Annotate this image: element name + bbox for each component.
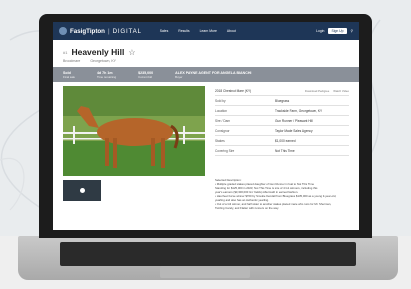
- current-bid-label: Current bid: [138, 74, 152, 79]
- hip-number: #1: [63, 49, 68, 55]
- sale-status: Sold Final sale: [63, 71, 75, 79]
- horse-details: 2018 Chestnut Mare (KY) Download Pedigre…: [215, 86, 349, 156]
- detail-row: Sold by Bluegrass: [215, 96, 349, 106]
- time-remaining: 4d 7h 1m Time remaining: [97, 71, 116, 79]
- nav-links: Sales Results Learn More About: [160, 29, 236, 33]
- detail-row: Consignor Taylor Made Sales Agency: [215, 126, 349, 136]
- detail-row: Location Trackside Farm, Georgetown, KY: [215, 106, 349, 116]
- nav-link-results[interactable]: Results: [178, 29, 189, 33]
- selected-description: Selected Description: • Multiple graded …: [215, 178, 349, 210]
- sale-status-band: Sold Final sale 4d 7h 1m Time remaining …: [53, 67, 359, 82]
- video-thumbnail[interactable]: [63, 180, 101, 201]
- play-icon[interactable]: [79, 188, 85, 193]
- detail-key: Sold by: [215, 98, 226, 103]
- top-navigation: FasigTipton | DIGITAL Sales Results Lear…: [53, 22, 359, 40]
- nav-link-sales[interactable]: Sales: [160, 29, 168, 33]
- horse-title-row: #1 Heavenly Hill ☆: [53, 40, 359, 59]
- horse-description: 2018 Chestnut Mare (KY): [215, 88, 252, 93]
- detail-value: Taylor Made Sales Agency: [275, 128, 313, 133]
- laptop-trackpad: [160, 266, 250, 278]
- detail-key: Consignor: [215, 128, 230, 133]
- detail-value: $1,000 earned: [275, 138, 296, 143]
- horse-content: 2018 Chestnut Mare (KY) Download Pedigre…: [53, 82, 359, 222]
- brand-name: FasigTipton: [70, 27, 105, 35]
- search-icon[interactable]: ⚲: [351, 29, 353, 33]
- location-link[interactable]: Trackside Farm, Georgetown, KY: [275, 109, 349, 113]
- laptop-keyboard: [60, 242, 356, 266]
- detail-value: Gun Runner / Pleasant Hill: [275, 118, 313, 123]
- sale-status-label: Final sale: [63, 74, 75, 79]
- horse-subinfo: Broodmare Georgetown, KY: [53, 59, 359, 67]
- detail-key: Stakes: [215, 138, 225, 143]
- horse-location: Georgetown, KY: [90, 59, 117, 63]
- nav-account: Login Sign Up ⚲: [316, 28, 353, 34]
- detail-key: Sire / Dam: [215, 118, 231, 123]
- buyer-label: Buyer: [175, 74, 183, 79]
- detail-key: Location: [215, 108, 228, 113]
- horse-photo[interactable]: [63, 86, 205, 176]
- brand-logo[interactable]: FasigTipton | DIGITAL: [59, 27, 142, 35]
- notes-line: Twirling Candy, and Flatter with runners…: [215, 206, 279, 210]
- download-pedigree-link[interactable]: Download Pedigree: [305, 89, 329, 93]
- time-remaining-label: Time remaining: [96, 74, 117, 79]
- detail-value: Not This Time: [275, 148, 295, 153]
- nav-link-learn-more[interactable]: Learn More: [200, 29, 217, 33]
- login-link[interactable]: Login: [316, 29, 324, 33]
- brand-suffix: DIGITAL: [112, 27, 142, 35]
- detail-row: Stakes $1,000 earned: [215, 136, 349, 146]
- detail-value: Bluegrass: [275, 98, 290, 103]
- horse-name: Heavenly Hill: [71, 47, 125, 57]
- signup-button[interactable]: Sign Up: [328, 28, 347, 34]
- detail-key: Covering Sire: [215, 148, 235, 153]
- watch-video-link[interactable]: Watch Video: [333, 89, 349, 93]
- logo-icon: [59, 27, 67, 35]
- laptop-screen: FasigTipton | DIGITAL Sales Results Lear…: [53, 22, 359, 230]
- detail-row: Covering Sire Not This Time: [215, 146, 349, 156]
- horse-type: Broodmare: [63, 59, 81, 63]
- nav-link-about[interactable]: About: [227, 29, 236, 33]
- details-header: 2018 Chestnut Mare (KY) Download Pedigre…: [215, 86, 349, 96]
- favorite-star-icon[interactable]: ☆: [128, 48, 135, 57]
- current-bid: $235,000 Current bid: [138, 71, 153, 79]
- buyer-info: ALEX PAYNE AGENT FOR ANGELA BIANCHI Buye…: [175, 71, 251, 79]
- brand-separator: |: [107, 27, 110, 35]
- detail-row: Sire / Dam Gun Runner / Pleasant Hill: [215, 116, 349, 126]
